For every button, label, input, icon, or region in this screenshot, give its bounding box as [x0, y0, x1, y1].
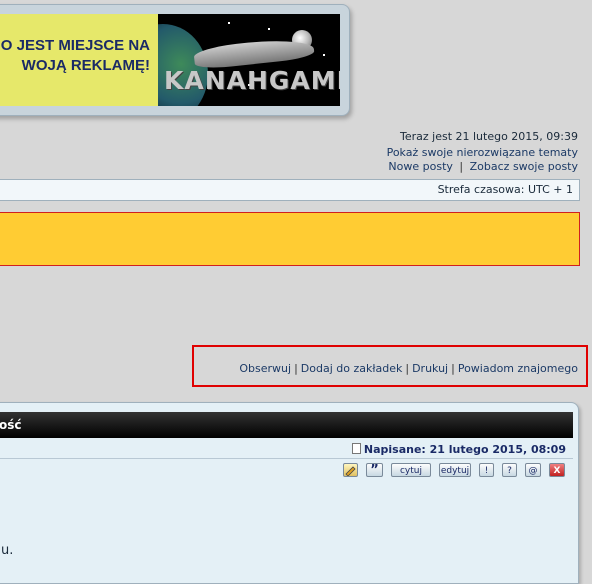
- delete-button[interactable]: X: [549, 463, 565, 477]
- topic-actions-highlight: Obserwuj | Dodaj do zakładek | Drukuj | Powiad…: [192, 345, 588, 387]
- unanswered-line: Pokaż swoje nierozwiązane tematy: [387, 146, 578, 159]
- star: [323, 54, 325, 56]
- post-date-text: Napisane: 21 lutego 2015, 08:09: [363, 443, 566, 456]
- separator: |: [451, 362, 455, 375]
- edit-button[interactable]: edytuj: [439, 463, 471, 477]
- report-button[interactable]: !: [479, 463, 494, 477]
- post-header-title: ość: [0, 418, 22, 432]
- post-icon: [351, 443, 361, 454]
- timezone-label: Strefa czasowa: UTC + 1: [437, 183, 573, 196]
- bookmark-link[interactable]: Dodaj do zakładek: [301, 362, 403, 375]
- ad-space[interactable]: O JEST MIEJSCE NA WOJĄ REKLAMĘ!: [0, 14, 158, 106]
- quote-button[interactable]: cytuj: [391, 463, 431, 477]
- ad-text: O JEST MIEJSCE NA WOJĄ REKLAMĘ!: [0, 36, 150, 76]
- timezone-bar: Strefa czasowa: UTC + 1: [0, 179, 580, 201]
- unanswered-topics-link[interactable]: Pokaż swoje nierozwiązane tematy: [387, 146, 578, 159]
- posts-line: Nowe posty | Zobacz swoje posty: [388, 160, 578, 173]
- post-panel: ość Napisane: 21 lutego 2015, 08:09 ” cy…: [0, 402, 579, 584]
- site-logo[interactable]: KANAHGAME: [158, 14, 340, 106]
- ad-text-line1: O JEST MIEJSCE NA: [0, 37, 150, 54]
- post-header: ość: [0, 412, 573, 438]
- watch-topic-link[interactable]: Obserwuj: [239, 362, 291, 375]
- divider: [0, 458, 573, 459]
- warn-button[interactable]: @: [525, 463, 541, 477]
- post-date: Napisane: 21 lutego 2015, 08:09: [351, 443, 566, 456]
- print-link[interactable]: Drukuj: [412, 362, 448, 375]
- star: [228, 22, 230, 24]
- star: [268, 28, 270, 30]
- pencil-icon[interactable]: [343, 463, 358, 477]
- logo-text: KANAHGAME: [164, 66, 340, 95]
- own-posts-link[interactable]: Zobacz swoje posty: [470, 160, 578, 173]
- separator: |: [405, 362, 410, 375]
- new-posts-link[interactable]: Nowe posty: [388, 160, 453, 173]
- notice-bar: [0, 212, 580, 266]
- quote-icon[interactable]: ”: [366, 463, 383, 478]
- separator: |: [459, 160, 464, 173]
- info-button[interactable]: ?: [502, 463, 517, 477]
- separator: |: [294, 362, 298, 375]
- current-time: Teraz jest 21 lutego 2015, 09:39: [399, 130, 578, 143]
- notify-friend-link[interactable]: Powiadom znajomego: [458, 362, 578, 375]
- post-body: u.: [1, 543, 14, 558]
- ad-text-line2: WOJĄ REKLAMĘ!: [21, 57, 150, 74]
- topic-actions: Obserwuj | Dodaj do zakładek | Drukuj | Powiad…: [239, 362, 578, 375]
- pencil-icon: [345, 466, 356, 477]
